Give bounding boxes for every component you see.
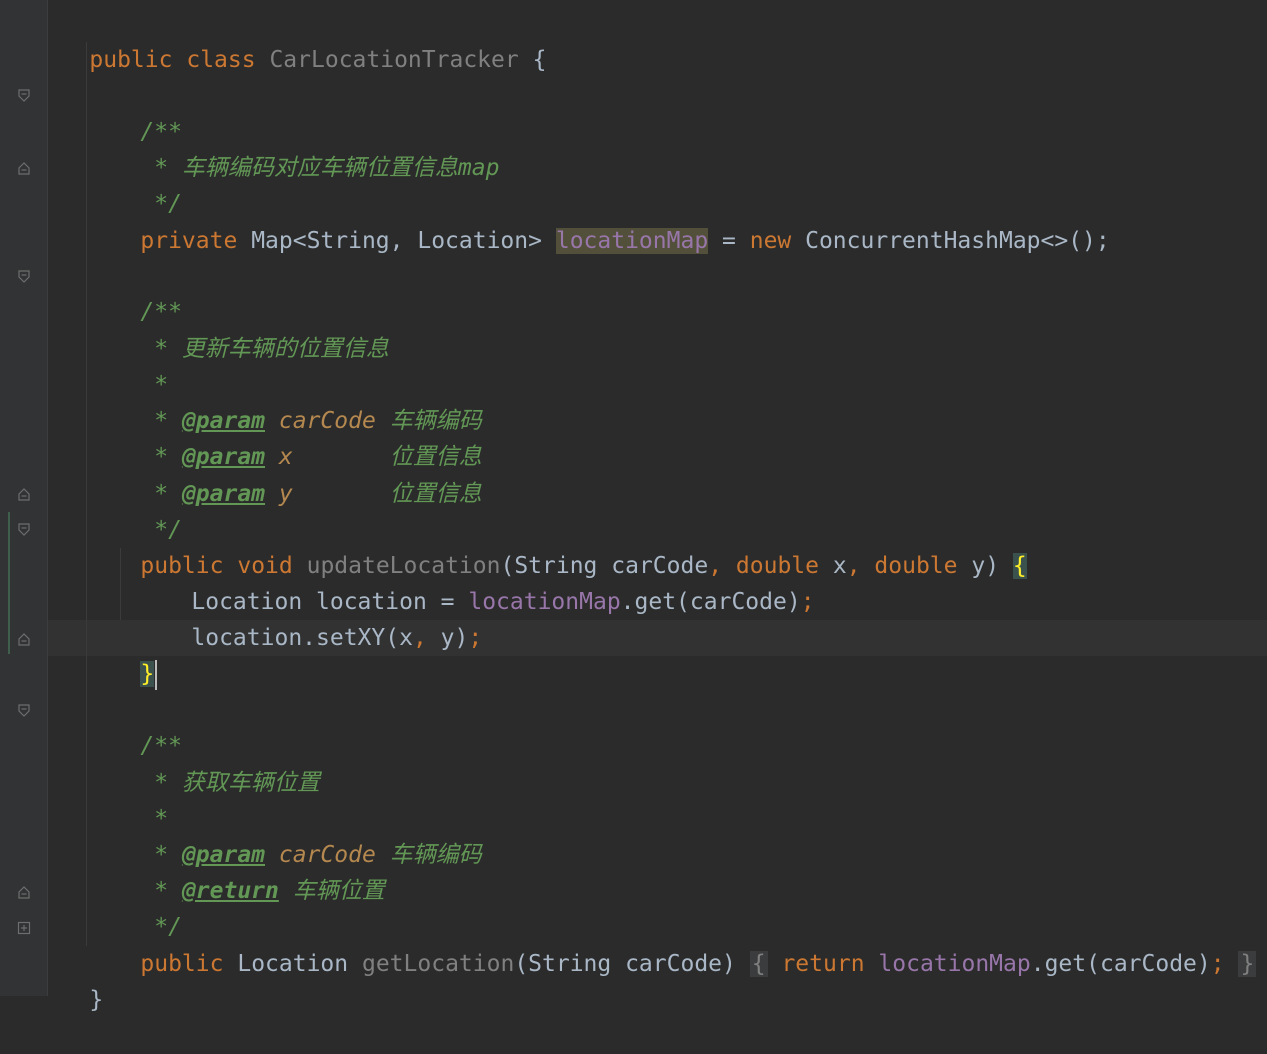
brace: { bbox=[532, 47, 547, 73]
comma: , bbox=[846, 553, 861, 579]
code-line-14: */ bbox=[85, 476, 182, 543]
fold-close-icon[interactable] bbox=[17, 161, 31, 175]
constructor: ConcurrentHashMap<>(); bbox=[791, 228, 1110, 254]
code-line-17: location.setXY(x, y); bbox=[136, 584, 482, 651]
comma: , bbox=[412, 625, 427, 651]
fold-close-icon[interactable] bbox=[17, 487, 31, 501]
method-name[interactable]: getLocation bbox=[362, 951, 514, 977]
class-name: CarLocationTracker bbox=[269, 47, 519, 73]
matched-brace: { bbox=[1012, 553, 1027, 579]
code-line-5: */ bbox=[85, 150, 182, 217]
code-line-12: * @param x 位置信息 bbox=[85, 403, 481, 470]
type-text: Location bbox=[237, 951, 349, 977]
params: x bbox=[819, 553, 847, 579]
code-line-8: /** bbox=[85, 258, 182, 325]
field-highlight[interactable]: locationMap bbox=[555, 228, 709, 254]
return-desc: 车辆位置 bbox=[292, 878, 385, 904]
statement: y) bbox=[426, 625, 469, 651]
code-line-22: * bbox=[85, 765, 168, 832]
code-line-11: * @param carCode 车辆编码 bbox=[85, 367, 481, 434]
doc-comment: * 更新车辆的位置信息 bbox=[140, 336, 389, 362]
gutter-separator bbox=[47, 0, 48, 996]
doc-tag[interactable]: @param bbox=[182, 481, 265, 507]
vcs-change-marker[interactable] bbox=[8, 512, 10, 654]
code-line-10: * bbox=[85, 331, 168, 398]
params: y) bbox=[957, 553, 1013, 579]
code-line-23: * @param carCode 车辆编码 bbox=[85, 801, 481, 868]
fold-open-icon[interactable] bbox=[17, 270, 31, 284]
fold-open-icon[interactable] bbox=[17, 704, 31, 718]
keyword: private bbox=[140, 228, 238, 254]
text-caret bbox=[155, 659, 158, 690]
type-text: Map<String, Location> bbox=[251, 228, 542, 254]
code-line-27: } bbox=[34, 946, 103, 1013]
code-line-9: * 更新车辆的位置信息 bbox=[85, 295, 389, 362]
code-line-18: } bbox=[85, 620, 158, 690]
fold-expand-icon[interactable] bbox=[17, 921, 31, 935]
matched-brace: } bbox=[140, 661, 155, 687]
fold-close-icon[interactable] bbox=[17, 632, 31, 646]
code-line-25: */ bbox=[85, 873, 182, 940]
code-line-1: public class CarLocationTracker { bbox=[34, 6, 546, 73]
field-reference[interactable]: locationMap bbox=[878, 951, 1030, 977]
field-reference[interactable]: locationMap bbox=[468, 589, 620, 615]
code-line-13: * @param y 位置信息 bbox=[85, 440, 481, 507]
fold-close-icon[interactable] bbox=[17, 885, 31, 899]
statement: location.setXY(x bbox=[191, 625, 413, 651]
semicolon: ; bbox=[800, 589, 815, 615]
code-line-6: private Map<String, Location> locationMa… bbox=[85, 187, 1110, 254]
keyword: new bbox=[749, 228, 792, 254]
brace: } bbox=[89, 987, 104, 1013]
operator: = bbox=[708, 228, 750, 254]
folded-brace[interactable]: { bbox=[749, 951, 768, 977]
code-line-26: public Location getLocation(String carCo… bbox=[85, 910, 1257, 977]
code-line-4: * 车辆编码对应车辆位置信息map bbox=[85, 114, 499, 181]
keyword: double bbox=[874, 553, 958, 579]
doc-comment: * 车辆编码对应车辆位置信息map bbox=[140, 155, 500, 181]
param-desc: 位置信息 bbox=[389, 481, 482, 507]
params: (String carCode) bbox=[514, 951, 736, 977]
keyword: public bbox=[89, 47, 173, 73]
fold-open-icon[interactable] bbox=[17, 89, 31, 103]
code-line-21: * 获取车辆位置 bbox=[85, 729, 320, 796]
code-line-16: Location location = locationMap.get(carC… bbox=[136, 548, 814, 615]
statement: .get(carCode) bbox=[620, 589, 801, 615]
keyword: class bbox=[186, 47, 256, 73]
keyword: return bbox=[781, 951, 865, 977]
param-desc: 车辆编码 bbox=[389, 842, 482, 868]
keyword: public bbox=[140, 951, 224, 977]
semicolon: ; bbox=[1210, 951, 1225, 977]
folded-brace[interactable]: } bbox=[1238, 951, 1257, 977]
param-name: y bbox=[278, 481, 293, 507]
code-line-15: public void updateLocation(String carCod… bbox=[85, 512, 1027, 579]
fold-open-icon[interactable] bbox=[17, 523, 31, 537]
code-line-24: * @return 车辆位置 bbox=[85, 837, 385, 904]
code-line-3: /** bbox=[85, 78, 182, 145]
doc-tag[interactable]: @return bbox=[182, 878, 279, 904]
code-line-20: /** bbox=[85, 692, 182, 759]
statement: .get(carCode) bbox=[1030, 951, 1211, 977]
semicolon: ; bbox=[468, 625, 483, 651]
